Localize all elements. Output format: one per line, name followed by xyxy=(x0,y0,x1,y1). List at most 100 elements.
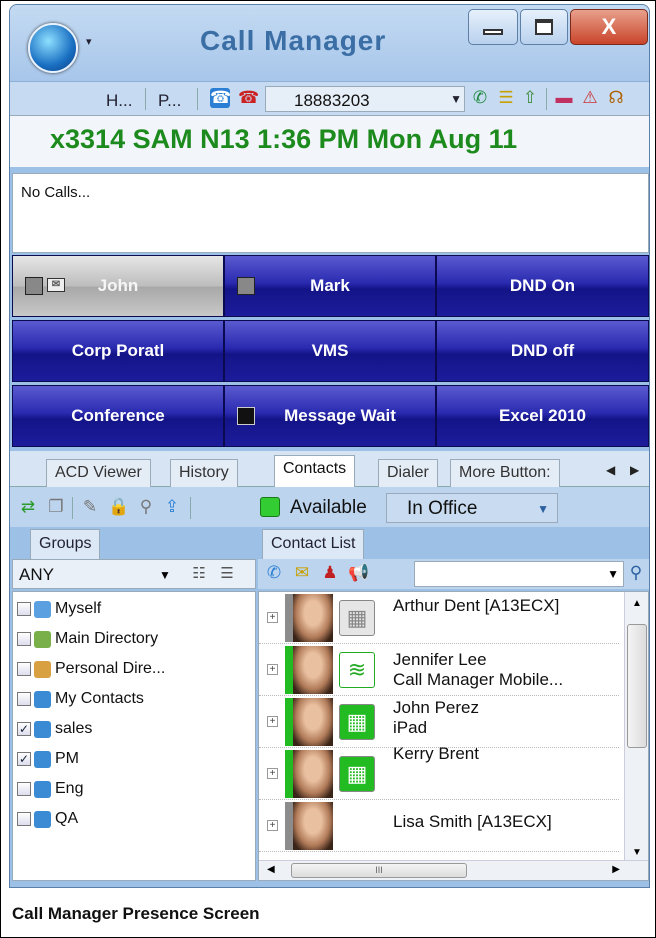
call-contact-icon[interactable]: ✆ xyxy=(264,563,284,583)
speed-button-message-wait[interactable]: Message Wait xyxy=(224,385,436,447)
swap-users-icon[interactable]: ⇄ xyxy=(18,497,38,517)
tab-more-buttons[interactable]: More Button: xyxy=(450,459,560,487)
expand-icon[interactable]: + xyxy=(267,612,278,623)
wrench-icon[interactable]: ✎ xyxy=(80,497,100,517)
group-item-personal-directory[interactable]: Personal Dire... xyxy=(17,658,165,680)
speed-button-dnd-off[interactable]: DND off xyxy=(436,320,649,382)
link-icon[interactable]: ⚲ xyxy=(136,497,156,517)
group-call-icon[interactable]: ♟ xyxy=(320,563,340,583)
page-icon[interactable]: 📢 xyxy=(348,563,369,583)
group-label: Myself xyxy=(55,600,102,617)
search-icon[interactable]: ⚲ xyxy=(626,563,646,583)
contact-row-kerry-brent[interactable]: + ▦ Kerry Brent xyxy=(259,744,619,800)
group-checkbox[interactable]: ✓ xyxy=(17,752,31,766)
minimize-to-bar-icon[interactable]: ▬ xyxy=(554,88,574,108)
close-button[interactable]: X xyxy=(570,9,648,45)
tab-scroll-right-icon[interactable]: ▶ xyxy=(630,463,639,477)
dial-number-combo[interactable]: 18883203 ▼ xyxy=(265,86,465,112)
expand-icon[interactable]: + xyxy=(267,768,278,779)
chevron-down-icon[interactable]: ▼ xyxy=(450,92,462,106)
speed-button-dnd-on[interactable]: DND On xyxy=(436,255,649,317)
phone-book-icon[interactable]: ☎ xyxy=(210,88,231,108)
ordered-list-icon[interactable]: ☷ xyxy=(189,564,209,584)
expand-icon[interactable]: + xyxy=(267,716,278,727)
export-icon[interactable]: ⇪ xyxy=(162,497,182,517)
tab-history[interactable]: History xyxy=(170,459,238,487)
tab-groups[interactable]: Groups xyxy=(30,529,101,559)
group-item-eng[interactable]: Eng xyxy=(17,778,83,800)
expand-icon[interactable]: + xyxy=(267,664,278,675)
presence-indicator xyxy=(285,646,293,694)
speed-button-excel[interactable]: Excel 2010 xyxy=(436,385,649,447)
group-icon xyxy=(34,720,51,738)
scroll-right-icon[interactable]: ▶ xyxy=(612,864,620,875)
group-item-qa[interactable]: QA xyxy=(17,808,78,830)
directory-icon xyxy=(34,660,51,678)
tab-contact-list[interactable]: Contact List xyxy=(262,529,365,559)
group-item-myself[interactable]: Myself xyxy=(17,598,101,620)
close-icon: X xyxy=(601,14,617,39)
group-checkbox[interactable] xyxy=(17,812,31,826)
maximize-button[interactable] xyxy=(520,9,568,45)
chevron-down-icon[interactable]: ▼ xyxy=(537,502,549,516)
alert-icon[interactable]: ⚠ xyxy=(580,88,600,108)
scroll-left-icon[interactable]: ◀ xyxy=(267,864,275,875)
expand-icon[interactable]: + xyxy=(267,820,278,831)
app-menu-dropdown-icon[interactable]: ▾ xyxy=(86,35,92,48)
group-checkbox[interactable] xyxy=(17,692,31,706)
contact-list-horizontal-scrollbar[interactable]: ◀ III ▶ xyxy=(259,860,648,880)
hangup-icon[interactable]: ☎ xyxy=(238,88,259,108)
hold-icon[interactable]: ☰ xyxy=(496,88,516,108)
group-item-sales[interactable]: ✓ sales xyxy=(17,718,92,740)
group-item-my-contacts[interactable]: My Contacts xyxy=(17,688,144,710)
toolbar-item-p[interactable]: P... xyxy=(158,91,181,111)
location-select[interactable]: In Office ▼ xyxy=(386,493,558,523)
tab-acd-viewer[interactable]: ACD Viewer xyxy=(46,459,151,487)
scroll-up-icon[interactable]: ▲ xyxy=(632,598,642,609)
chevron-down-icon[interactable]: ▼ xyxy=(159,568,171,582)
call-area: No Calls... xyxy=(12,173,649,253)
headset-icon[interactable]: ☊ xyxy=(606,88,626,108)
speed-button-vms[interactable]: VMS xyxy=(224,320,436,382)
scrollbar-thumb[interactable] xyxy=(627,624,647,748)
contact-list-vertical-scrollbar[interactable]: ▲ ▼ xyxy=(624,592,648,864)
contact-search-combo[interactable]: ▼ xyxy=(414,561,624,587)
group-checkbox[interactable]: ✓ xyxy=(17,722,31,736)
group-item-main-directory[interactable]: Main Directory xyxy=(17,628,158,650)
scrollbar-thumb[interactable]: III xyxy=(291,863,467,878)
contact-row-jennifer-lee[interactable]: + ≋ Jennifer Lee Call Manager Mobile... xyxy=(259,644,619,696)
group-checkbox[interactable] xyxy=(17,632,31,646)
tab-scroll-left-icon[interactable]: ◀ xyxy=(606,463,615,477)
minimize-button[interactable] xyxy=(468,9,518,45)
contact-row-arthur-dent[interactable]: + ▦ Arthur Dent [A13ECX] xyxy=(259,592,619,644)
app-orb-icon[interactable] xyxy=(28,23,78,73)
toolbar-item-h[interactable]: H... xyxy=(106,91,132,111)
contact-toolbar: ✆ ✉ ♟ 📢 ▼ ⚲ xyxy=(258,559,649,589)
group-checkbox[interactable] xyxy=(17,662,31,676)
dial-icon[interactable]: ✆ xyxy=(470,88,490,108)
list-icon[interactable]: ☰ xyxy=(217,564,237,584)
speed-button-john[interactable]: ✉ John xyxy=(12,255,224,317)
chat-icon[interactable]: ✉ xyxy=(292,563,312,583)
toolbar-separator xyxy=(197,88,198,110)
group-item-pm[interactable]: ✓ PM xyxy=(17,748,79,770)
contact-row-john-perez[interactable]: + ▦ John Perez iPad xyxy=(259,696,619,748)
presence-status-label[interactable]: Available xyxy=(290,497,367,519)
lock-icon[interactable]: 🔒 xyxy=(108,497,129,517)
speed-button-mark[interactable]: Mark xyxy=(224,255,436,317)
copy-icon[interactable]: ❐ xyxy=(46,497,66,517)
group-checkbox[interactable] xyxy=(17,782,31,796)
group-checkbox[interactable] xyxy=(17,602,31,616)
speed-button-label: DND On xyxy=(509,276,576,295)
transfer-icon[interactable]: ⇧ xyxy=(520,88,540,108)
tab-dialer[interactable]: Dialer xyxy=(378,459,438,487)
chevron-down-icon[interactable]: ▼ xyxy=(607,567,619,581)
tab-contacts[interactable]: Contacts xyxy=(274,455,356,487)
speed-button-corp-portal[interactable]: Corp Poratl xyxy=(12,320,224,382)
group-filter-select[interactable]: ANY ▼ ☷ ☰ xyxy=(12,559,256,589)
scroll-down-icon[interactable]: ▼ xyxy=(632,847,642,858)
toolbar-separator xyxy=(145,88,146,110)
contact-row-lisa-smith[interactable]: + Lisa Smith [A13ECX] xyxy=(259,800,619,852)
status-square-icon xyxy=(237,277,255,295)
speed-button-conference[interactable]: Conference xyxy=(12,385,224,447)
